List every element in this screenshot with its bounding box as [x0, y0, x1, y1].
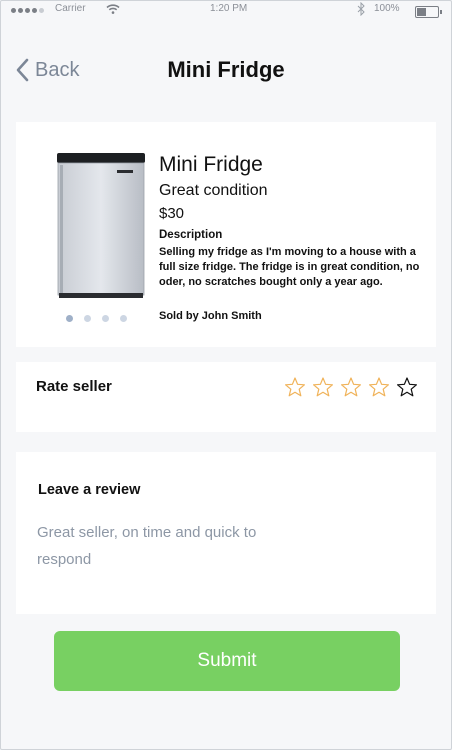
back-label: Back	[35, 58, 80, 81]
submit-button[interactable]: Submit	[54, 631, 400, 691]
battery-level-fill	[417, 8, 426, 16]
product-card: Mini Fridge Great condition $30 Descript…	[16, 122, 436, 347]
product-description: Selling my fridge as I'm moving to a hou…	[159, 246, 420, 288]
carrier-label: Carrier	[55, 3, 86, 14]
chevron-left-icon	[16, 58, 29, 82]
image-pagination	[66, 315, 127, 322]
product-price: $30	[159, 205, 185, 222]
product-condition: Great condition	[159, 182, 268, 199]
bluetooth-icon	[357, 1, 366, 19]
star-rating	[284, 376, 418, 398]
image-dot[interactable]	[84, 315, 91, 322]
clock: 1:20 PM	[210, 3, 248, 14]
image-dot[interactable]	[120, 315, 127, 322]
rate-seller-label: Rate seller	[36, 378, 112, 395]
product-name: Mini Fridge	[159, 153, 263, 176]
wifi-icon	[106, 4, 120, 17]
star-icon[interactable]	[340, 376, 362, 398]
star-icon[interactable]	[284, 376, 306, 398]
status-bar: Carrier 1:20 PM 100%	[0, 0, 452, 22]
product-image[interactable]	[57, 153, 145, 299]
star-icon[interactable]	[312, 376, 334, 398]
review-input[interactable]: Great seller, on time and quick to respo…	[37, 519, 297, 573]
signal-strength-icon	[11, 8, 44, 13]
star-icon[interactable]	[396, 376, 418, 398]
image-dot[interactable]	[66, 315, 73, 322]
battery-icon	[415, 6, 442, 18]
back-button[interactable]: Back	[15, 58, 79, 82]
description-label: Description	[159, 229, 223, 241]
review-card: Leave a review Great seller, on time and…	[16, 452, 436, 614]
seller-name[interactable]: Sold by John Smith	[159, 310, 262, 322]
review-label: Leave a review	[38, 482, 141, 498]
image-dot[interactable]	[102, 315, 109, 322]
rate-seller-card: Rate seller	[16, 362, 436, 432]
battery-percentage: 100%	[374, 3, 400, 14]
star-icon[interactable]	[368, 376, 390, 398]
